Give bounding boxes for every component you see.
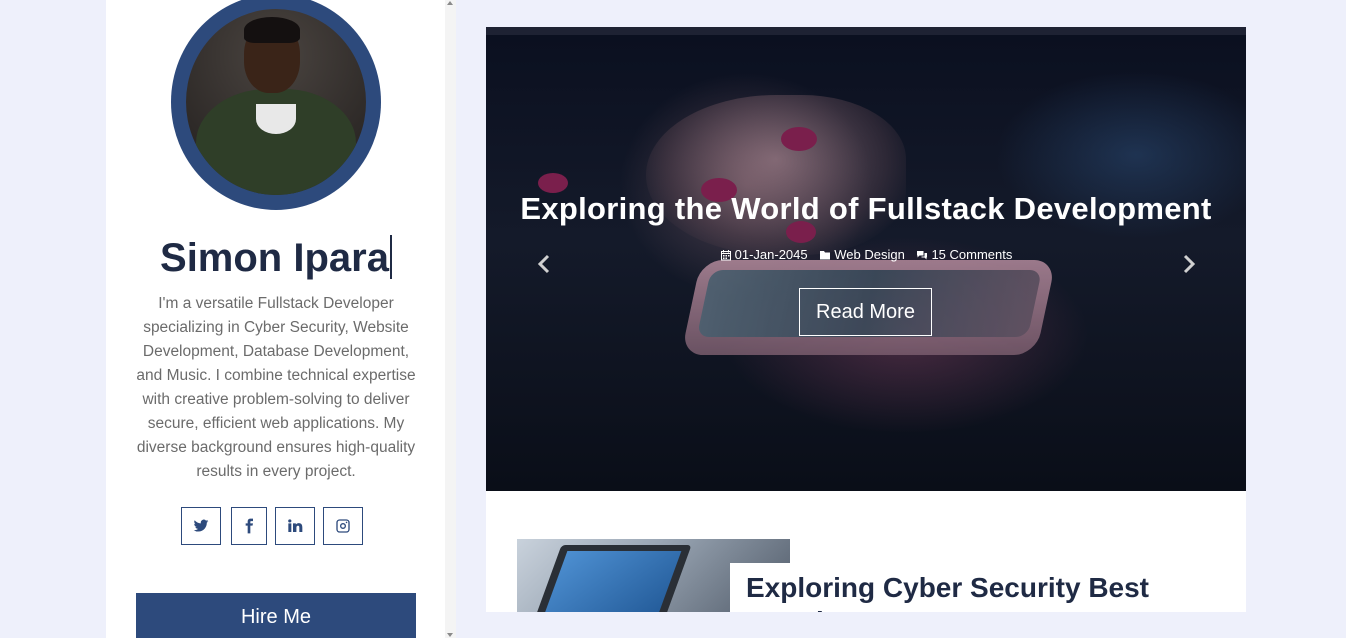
linkedin-icon [288,519,303,532]
avatar-photo [186,9,366,195]
post-date-text: 01-Jan-2045 [734,247,808,262]
profile-sidebar: Simon Ipara I'm a versatile Fullstack De… [106,0,456,638]
hire-me-button[interactable]: Hire Me [136,593,416,638]
instagram-icon [336,519,350,533]
instagram-button[interactable] [323,507,363,545]
post-comments-text: 15 Comments [931,247,1013,262]
carousel-title: Exploring the World of Fullstack Develop… [520,191,1212,226]
scroll-down-arrow-icon[interactable] [447,633,453,637]
scroll-up-arrow-icon[interactable] [447,1,453,5]
facebook-button[interactable] [231,507,267,545]
linkedin-button[interactable] [275,507,315,545]
carousel-meta: 01-Jan-2045 Web Design 15 Comments [486,247,1246,264]
folder-icon [820,250,831,259]
sidebar-scrollbar[interactable] [445,0,456,638]
post-category[interactable]: Web Design [819,247,905,262]
profile-bio: I'm a versatile Fullstack Developer spec… [136,295,416,480]
post-category-text: Web Design [834,247,905,262]
main-content: Exploring the World of Fullstack Develop… [486,27,1246,612]
avatar [171,0,381,210]
typing-cursor [389,235,392,279]
post-comments[interactable]: 15 Comments [916,247,1012,262]
post-date: 01-Jan-2045 [720,247,808,262]
post-title[interactable]: Exploring Cyber Security Best Practices [746,571,1226,612]
carousel-prev-button[interactable] [536,253,552,275]
read-more-button[interactable]: Read More [799,288,932,336]
profile-name-text: Simon Ipara [160,236,389,280]
facebook-icon [245,518,253,534]
chevron-left-icon [537,254,550,274]
twitter-button[interactable] [181,507,221,545]
carousel-next-button[interactable] [1181,253,1197,275]
calendar-icon [720,249,731,260]
chevron-right-icon [1183,254,1196,274]
comments-icon [917,250,928,259]
twitter-icon [193,519,209,532]
profile-name: Simon Ipara [106,235,446,281]
featured-carousel: Exploring the World of Fullstack Develop… [486,27,1246,491]
